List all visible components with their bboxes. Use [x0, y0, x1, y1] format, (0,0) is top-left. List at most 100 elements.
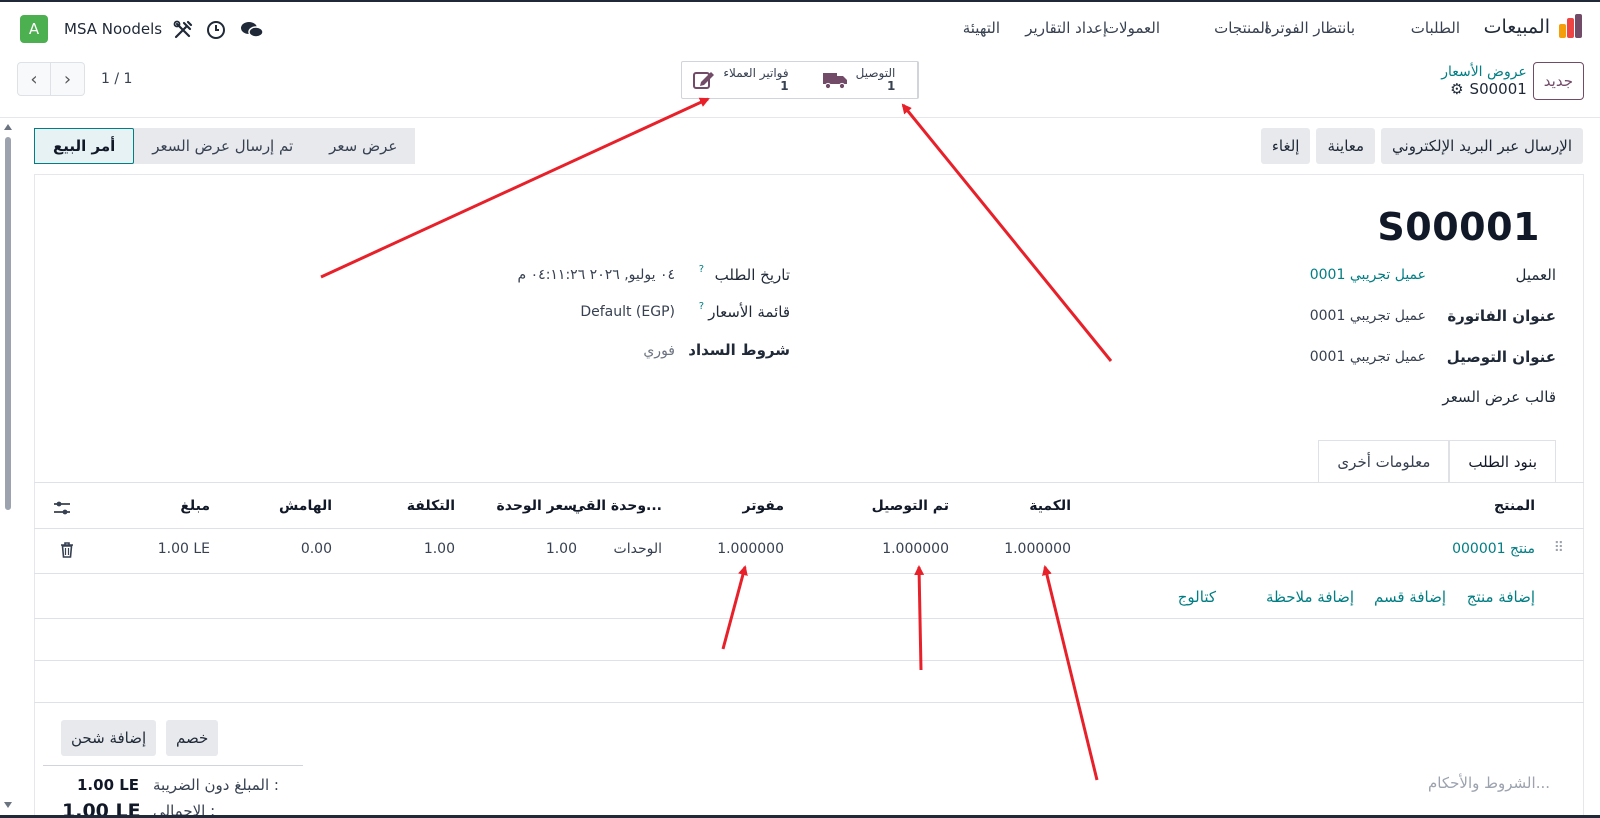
breadcrumb-parent[interactable]: عروض الأسعار: [1441, 64, 1527, 80]
col-delivered[interactable]: تم التوصيل: [872, 498, 949, 514]
scroll-thumb[interactable]: [5, 137, 11, 510]
col-margin[interactable]: الهامش: [279, 498, 332, 514]
col-invoiced[interactable]: مفوتر: [743, 498, 785, 514]
menu-to-invoice[interactable]: بانتظار الفوترة: [1264, 19, 1355, 37]
invoices-label: فواتير العملاء: [723, 66, 789, 81]
status-quotation-sent[interactable]: تم إرسال عرض السعر: [134, 128, 311, 164]
customer-label: العميل: [1515, 266, 1556, 284]
gear-icon[interactable]: ⚙: [1450, 80, 1463, 98]
tab-other-info[interactable]: معلومات أخرى: [1318, 440, 1450, 483]
app-brand[interactable]: المبيعات: [1484, 14, 1584, 40]
pager-previous-button[interactable]: ‹: [17, 62, 51, 96]
catalog-link[interactable]: كتالوج: [1178, 588, 1216, 606]
delivery-count: 1: [887, 79, 896, 93]
menu-products[interactable]: المنتجات: [1214, 19, 1269, 37]
untaxed-amount-label: المبلغ دون الضريبة :: [153, 776, 279, 794]
tools-icon[interactable]: [172, 19, 194, 41]
row-delivered[interactable]: 1.000000: [882, 541, 949, 557]
trash-icon[interactable]: [60, 542, 74, 558]
quotation-template-label: قالب عرض السعر: [1442, 388, 1556, 406]
row-divider: [34, 618, 1584, 619]
delivery-address-label: عنوان التوصيل: [1446, 348, 1556, 366]
payment-terms-label: شروط السداد: [688, 341, 790, 359]
discount-button[interactable]: خصم: [166, 720, 219, 756]
drag-handle-icon[interactable]: ⠿: [1554, 540, 1564, 556]
add-note-link[interactable]: إضافة ملاحظة: [1266, 588, 1354, 606]
col-uom[interactable]: وحدة القي...: [572, 498, 662, 514]
pager-value[interactable]: 1 / 1: [101, 71, 132, 87]
menu-configuration[interactable]: التهيئة: [963, 19, 1000, 37]
chat-icon[interactable]: [240, 19, 264, 41]
col-amount[interactable]: مبلغ: [180, 498, 210, 514]
row-divider: [34, 702, 1584, 703]
smart-buttons: فواتير العملاء 1 التوصيل 1: [681, 61, 919, 99]
chevron-left-icon: ‹: [30, 68, 38, 90]
chevron-right-icon: ›: [63, 68, 72, 90]
row-divider: [34, 660, 1584, 661]
add-shipping-button[interactable]: إضافة شحن: [61, 720, 157, 756]
customer-field[interactable]: عميل تجريبي 0001: [1310, 267, 1426, 283]
terms-and-conditions-field[interactable]: الشروط والأحكام...: [1428, 774, 1550, 792]
truck-icon: [822, 73, 847, 90]
order-date-help-icon[interactable]: ?: [699, 264, 704, 275]
row-unit-price[interactable]: 1.00: [546, 541, 577, 557]
new-button[interactable]: جديد: [1532, 62, 1584, 100]
pricelist-label: قائمة الأسعار: [708, 303, 790, 321]
delivery-smart-button[interactable]: التوصيل 1: [800, 62, 918, 98]
invoices-count: 1: [780, 79, 789, 93]
row-invoiced[interactable]: 1.000000: [717, 541, 784, 557]
breadcrumb-current: S00001: [1469, 80, 1527, 98]
row-cost[interactable]: 1.00: [424, 541, 455, 557]
company-switcher[interactable]: MSA Noodels: [64, 20, 162, 38]
cancel-button[interactable]: إلغاء: [1260, 128, 1311, 164]
row-amount[interactable]: 1.00 LE: [158, 541, 210, 557]
payment-terms-field[interactable]: فوري: [643, 343, 675, 359]
add-section-link[interactable]: إضافة قسم: [1374, 588, 1446, 606]
sales-app-icon: [1558, 14, 1584, 40]
pricelist-field[interactable]: Default (EGP): [580, 304, 675, 320]
status-bar: أمر البيع تم إرسال عرض السعر عرض سعر: [34, 128, 416, 164]
scroll-down-icon[interactable]: [4, 802, 12, 808]
send-email-button[interactable]: الإرسال عبر البريد الإلكتروني: [1381, 128, 1583, 164]
order-name-title: S00001: [1377, 205, 1540, 249]
pricelist-help-icon[interactable]: ?: [699, 301, 704, 312]
notebook-tabs: معلومات أخرى بنود الطلب: [1318, 440, 1556, 483]
row-quantity[interactable]: 1.000000: [1004, 541, 1071, 557]
invoice-address-label: عنوان الفاتورة: [1447, 307, 1556, 325]
col-quantity[interactable]: الكمية: [1029, 498, 1071, 514]
app-name[interactable]: المبيعات: [1484, 16, 1550, 38]
status-sales-order[interactable]: أمر البيع: [34, 128, 135, 164]
edit-invoice-icon: [693, 72, 715, 89]
record-pager: ‹ › 1 / 1: [17, 62, 132, 96]
row-margin[interactable]: 0.00: [301, 541, 332, 557]
untaxed-amount-value: 1.00 LE: [77, 776, 140, 794]
row-product[interactable]: منتج 000001: [1452, 541, 1535, 557]
menu-orders[interactable]: الطلبات: [1411, 19, 1460, 37]
header-divider: [0, 117, 1600, 118]
form-action-buttons: إلغاء معاينة الإرسال عبر البريد الإلكترو…: [1260, 128, 1583, 164]
user-avatar[interactable]: A: [20, 15, 48, 43]
invoices-smart-button[interactable]: فواتير العملاء 1: [682, 62, 800, 98]
add-product-link[interactable]: إضافة منتج: [1467, 588, 1535, 606]
menu-commissions[interactable]: العمولات: [1105, 19, 1160, 37]
order-date-field[interactable]: ٠٤ يوليو, ٢٠٢٦ ٠٤:١١:٢٦ م: [518, 267, 675, 283]
scroll-up-icon[interactable]: [4, 124, 12, 130]
invoice-address-field[interactable]: عميل تجريبي 0001: [1310, 308, 1426, 324]
row-divider: [34, 573, 1584, 574]
order-date-label: تاريخ الطلب: [714, 266, 790, 284]
delivery-address-field[interactable]: عميل تجريبي 0001: [1310, 349, 1426, 365]
col-unit-price[interactable]: سعر الوحدة: [496, 498, 577, 514]
clock-icon[interactable]: [205, 19, 227, 41]
totals-divider: [43, 765, 303, 766]
preview-button[interactable]: معاينة: [1316, 128, 1376, 164]
col-cost[interactable]: التكلفة: [407, 498, 455, 514]
tab-order-lines[interactable]: بنود الطلب: [1449, 440, 1556, 483]
column-settings-icon[interactable]: [53, 500, 71, 516]
vertical-scrollbar[interactable]: [2, 122, 12, 818]
row-uom[interactable]: الوحدات: [614, 541, 662, 557]
pager-next-button[interactable]: ›: [51, 62, 85, 96]
menu-reporting[interactable]: إعداد التقارير: [1025, 19, 1107, 37]
status-quotation[interactable]: عرض سعر: [311, 128, 415, 164]
col-product[interactable]: المنتج: [1494, 498, 1535, 514]
breadcrumb: عروض الأسعار ⚙ S00001 جديد: [1441, 62, 1584, 100]
